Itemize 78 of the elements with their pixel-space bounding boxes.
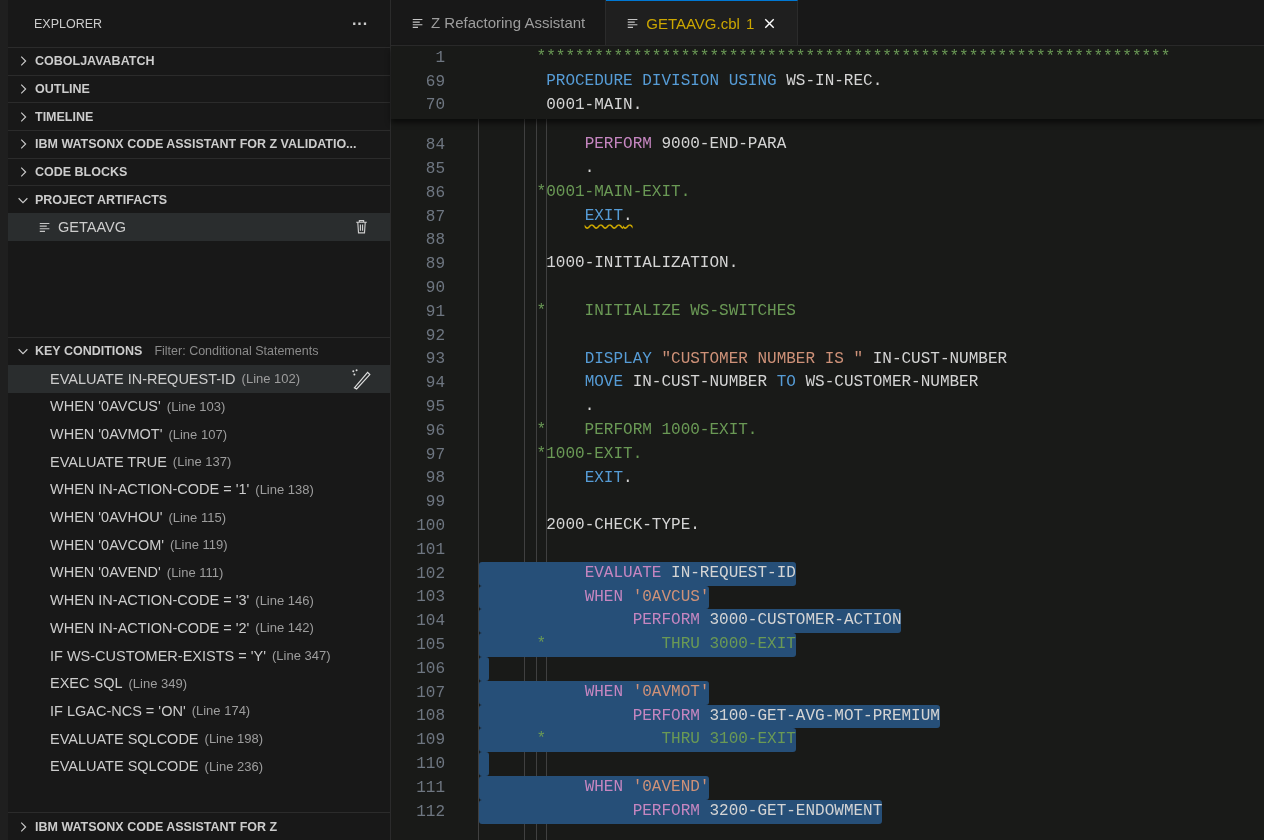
condition-item[interactable]: IF WS-CUSTOMER-EXISTS = 'Y' (Line 347) [8, 641, 390, 670]
code-line: *1000-EXIT. [535, 443, 643, 465]
line-number: 108 [415, 707, 445, 726]
code-line: . [583, 158, 595, 180]
line-number: 110 [415, 755, 445, 773]
code-line: * PERFORM 1000-EXIT. [535, 419, 758, 441]
filter-label: Filter: Conditional Statements [154, 344, 319, 359]
section-header[interactable]: KEY CONDITIONS [8, 344, 143, 359]
line-number: 106 [415, 659, 445, 678]
line-number: 105 [415, 636, 445, 654]
section-header[interactable]: TIMELINE [8, 109, 94, 124]
condition-item[interactable]: WHEN IN-ACTION-CODE = '3' (Line 146) [8, 586, 390, 614]
condition-item[interactable]: WHEN '0AVEND' (Line 111) [8, 558, 390, 587]
condition-item[interactable]: EVALUATE SQLCODE (Line 198) [8, 724, 390, 753]
code-line: 2000-CHECK-TYPE. [545, 515, 700, 537]
condition-item[interactable]: WHEN '0AVHOU' (Line 115) [8, 503, 390, 531]
line-number: 112 [415, 802, 445, 821]
code-line: . [583, 396, 595, 418]
code-line: MOVE IN-CUST-NUMBER TO WS-CUSTOMER-NUMBER [583, 372, 979, 394]
explorer-title: EXPLORER [34, 16, 103, 31]
condition-item[interactable]: EVALUATE TRUE (Line 137) [8, 447, 390, 476]
condition-item[interactable]: EXEC SQL (Line 349) [8, 669, 390, 698]
code-line: DISPLAY "CUSTOMER NUMBER IS " IN-CUST-NUMBER [583, 348, 1008, 370]
line-number: 88 [424, 231, 445, 250]
line-number: 104 [415, 612, 445, 631]
line-number: 85 [424, 160, 445, 179]
line-number: 100 [415, 517, 445, 536]
section-header[interactable]: COBOLJAVABATCH [8, 54, 155, 69]
line-number: 96 [424, 421, 445, 440]
code-line: PERFORM 9000-END-PARA [583, 134, 787, 156]
line-number: 87 [424, 207, 445, 226]
section-header[interactable]: PROJECT ARTIFACTS [8, 192, 168, 207]
line-number: 89 [424, 255, 445, 274]
line-number: 97 [424, 445, 445, 464]
code-line: *0001-MAIN-EXIT. [535, 182, 691, 203]
condition-item[interactable]: WHEN '0AVMOT' (Line 107) [8, 420, 390, 448]
condition-item[interactable]: IF LGAC-NCS = 'ON' (Line 174) [8, 697, 390, 725]
line-number: 86 [424, 183, 445, 202]
line-number: 102 [415, 564, 445, 583]
code-line: ****************************************************************** [535, 47, 1171, 68]
section-header[interactable]: IBM WATSONX CODE ASSISTANT FOR Z VALIDATIO... [8, 137, 357, 152]
magic-wand-icon[interactable] [350, 367, 372, 390]
line-number: 109 [415, 731, 445, 750]
editor-tab[interactable]: GETAAVG.cbl 1 [606, 0, 799, 45]
code-line: 0001-MAIN. [545, 94, 643, 116]
line-number: 107 [415, 683, 445, 702]
condition-item[interactable]: WHEN '0AVCUS' (Line 103) [8, 392, 390, 421]
code-line: * INITIALIZE WS-SWITCHES [535, 300, 796, 322]
trash-icon[interactable] [353, 218, 370, 236]
condition-item[interactable]: WHEN '0AVCOM' (Line 119) [8, 530, 390, 559]
line-number: 92 [424, 326, 445, 345]
line-number: 99 [424, 493, 445, 512]
line-number: 90 [424, 279, 445, 298]
code-line: 1000-INITIALIZATION. [545, 253, 739, 275]
line-number: 98 [424, 469, 445, 488]
section-header[interactable]: OUTLINE [8, 82, 90, 97]
line-number: 95 [424, 398, 445, 417]
section-header[interactable]: IBM WATSONX CODE ASSISTANT FOR Z [8, 819, 278, 834]
more-actions-button[interactable]: ··· [348, 14, 372, 33]
condition-item[interactable]: EVALUATE SQLCODE (Line 236) [8, 752, 390, 781]
condition-item[interactable]: EVALUATE IN-REQUEST-ID (Line 102) [8, 364, 390, 393]
file-item[interactable]: GETAAVG [8, 213, 390, 241]
code-line: EXIT. [583, 467, 633, 489]
line-number: 101 [415, 540, 445, 559]
line-number: 69 [424, 72, 445, 91]
line-number: 93 [424, 350, 445, 369]
line-number: 94 [424, 374, 445, 393]
condition-item[interactable]: WHEN IN-ACTION-CODE = '2' (Line 142) [8, 614, 390, 642]
line-number: 1 [434, 48, 445, 67]
code-line: EXIT. [583, 205, 633, 227]
code-line: PROCEDURE DIVISION USING WS-IN-REC. [545, 70, 883, 92]
line-number: 84 [424, 136, 445, 155]
line-number: 103 [415, 588, 445, 607]
section-header[interactable]: CODE BLOCKS [8, 165, 128, 180]
line-number: 91 [424, 302, 445, 321]
condition-item[interactable]: WHEN IN-ACTION-CODE = '1' (Line 138) [8, 475, 390, 504]
line-number: 111 [415, 778, 445, 797]
line-number: 70 [424, 96, 445, 115]
